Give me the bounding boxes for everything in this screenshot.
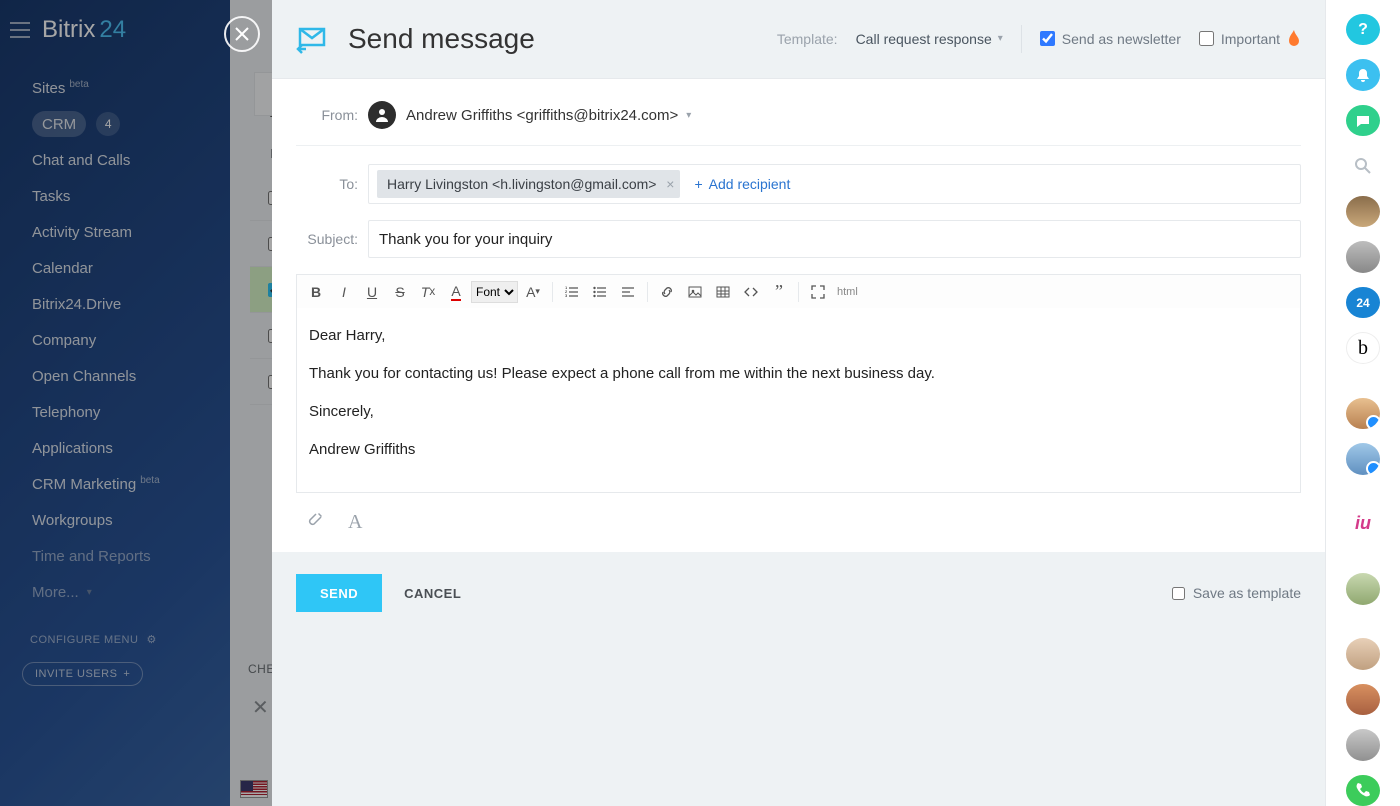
- subject-row: Subject:: [296, 220, 1301, 258]
- remove-recipient-icon[interactable]: ×: [666, 176, 674, 192]
- strike-button[interactable]: S: [387, 279, 413, 305]
- from-value[interactable]: Andrew Griffiths <griffiths@bitrix24.com…: [406, 107, 678, 124]
- app-icon[interactable]: b: [1346, 332, 1380, 364]
- modal-body: From: Andrew Griffiths <griffiths@bitrix…: [272, 78, 1325, 552]
- chevron-down-icon[interactable]: ▾: [686, 110, 691, 121]
- search-icon: [1354, 157, 1372, 175]
- send-message-modal: Send message Template: Call request resp…: [272, 0, 1325, 806]
- link-button[interactable]: [654, 279, 680, 305]
- close-icon: [234, 26, 250, 42]
- editor-line: Thank you for contacting us! Please expe…: [309, 362, 1288, 386]
- from-label: From:: [296, 107, 358, 123]
- contact-avatar[interactable]: [1346, 684, 1380, 715]
- divider: [798, 282, 799, 302]
- bell-icon: [1355, 67, 1371, 83]
- editor-line: Dear Harry,: [309, 324, 1288, 348]
- svg-text:3: 3: [565, 293, 568, 298]
- contact-avatar[interactable]: [1346, 638, 1380, 669]
- text-format-icon[interactable]: A: [348, 511, 362, 534]
- font-select[interactable]: Font: [471, 279, 518, 305]
- text-color-button[interactable]: A: [443, 279, 469, 305]
- modal-footer: SEND CANCEL Save as template: [272, 552, 1325, 634]
- quote-button[interactable]: ”: [766, 279, 792, 305]
- font-size-button[interactable]: A▾: [520, 279, 546, 305]
- contact-avatar[interactable]: [1346, 398, 1380, 429]
- clear-format-button[interactable]: Tx: [415, 279, 441, 305]
- send-as-newsletter-checkbox[interactable]: Send as newsletter: [1040, 31, 1181, 47]
- editor-line: Sincerely,: [309, 400, 1288, 424]
- from-row: From: Andrew Griffiths <griffiths@bitrix…: [296, 101, 1301, 129]
- recipient-chip[interactable]: Harry Livingston <h.livingston@gmail.com…: [377, 170, 680, 198]
- app-icon[interactable]: iu: [1346, 508, 1380, 539]
- bitrix24-app-icon[interactable]: 24: [1346, 287, 1380, 318]
- right-rail: ? 24 b iu: [1325, 0, 1400, 806]
- chevron-down-icon: ▾: [998, 33, 1003, 44]
- italic-button[interactable]: I: [331, 279, 357, 305]
- send-mail-icon: [296, 21, 332, 57]
- modal-header: Send message Template: Call request resp…: [272, 0, 1325, 78]
- search-button[interactable]: [1346, 150, 1380, 181]
- cancel-button[interactable]: CANCEL: [404, 586, 461, 601]
- divider: [296, 145, 1301, 146]
- subject-label: Subject:: [296, 231, 358, 247]
- html-mode-button[interactable]: html: [833, 279, 862, 305]
- modal-header-actions: Template: Call request response▾ Send as…: [777, 25, 1301, 53]
- editor-toolbar: B I U S Tx A Font A▾ 123 ” htm: [296, 274, 1301, 308]
- subject-input[interactable]: [368, 220, 1301, 258]
- app-root: Bitrix 24 Sitesbeta CRM4 Chat and Calls …: [0, 0, 1400, 806]
- important-checkbox[interactable]: Important: [1199, 30, 1301, 48]
- from-avatar: [368, 101, 396, 129]
- close-modal-button[interactable]: [224, 16, 260, 52]
- plus-icon: +: [694, 176, 702, 192]
- template-label: Template:: [777, 31, 838, 47]
- divider: [1021, 25, 1022, 53]
- message-editor[interactable]: Dear Harry, Thank you for contacting us!…: [296, 308, 1301, 493]
- table-button[interactable]: [710, 279, 736, 305]
- contact-avatar[interactable]: [1346, 573, 1380, 604]
- contact-avatar[interactable]: [1346, 241, 1380, 272]
- contact-avatar[interactable]: [1346, 196, 1380, 227]
- chat-icon: [1355, 113, 1371, 129]
- phone-button[interactable]: [1346, 775, 1380, 806]
- divider: [552, 282, 553, 302]
- chat-button[interactable]: [1346, 105, 1380, 136]
- image-button[interactable]: [682, 279, 708, 305]
- contact-avatar[interactable]: [1346, 729, 1380, 760]
- to-row: To: Harry Livingston <h.livingston@gmail…: [296, 164, 1301, 204]
- to-label: To:: [296, 176, 358, 192]
- phone-icon: [1354, 781, 1372, 799]
- help-button[interactable]: ?: [1346, 14, 1380, 45]
- ordered-list-button[interactable]: 123: [559, 279, 585, 305]
- notifications-button[interactable]: [1346, 59, 1380, 90]
- add-recipient-button[interactable]: +Add recipient: [694, 176, 790, 192]
- contact-avatar[interactable]: [1346, 443, 1380, 474]
- divider: [647, 282, 648, 302]
- modal-title: Send message: [348, 23, 535, 55]
- to-field[interactable]: Harry Livingston <h.livingston@gmail.com…: [368, 164, 1301, 204]
- attach-row: A: [296, 493, 1301, 534]
- template-selector[interactable]: Call request response▾: [856, 31, 1003, 47]
- fullscreen-button[interactable]: [805, 279, 831, 305]
- code-button[interactable]: [738, 279, 764, 305]
- editor-line: Andrew Griffiths: [309, 438, 1288, 462]
- bold-button[interactable]: B: [303, 279, 329, 305]
- unordered-list-button[interactable]: [587, 279, 613, 305]
- save-as-template-checkbox[interactable]: Save as template: [1172, 585, 1301, 601]
- flame-icon: [1287, 30, 1301, 48]
- send-button[interactable]: SEND: [296, 574, 382, 612]
- attach-file-icon[interactable]: [306, 511, 324, 534]
- underline-button[interactable]: U: [359, 279, 385, 305]
- align-button[interactable]: [615, 279, 641, 305]
